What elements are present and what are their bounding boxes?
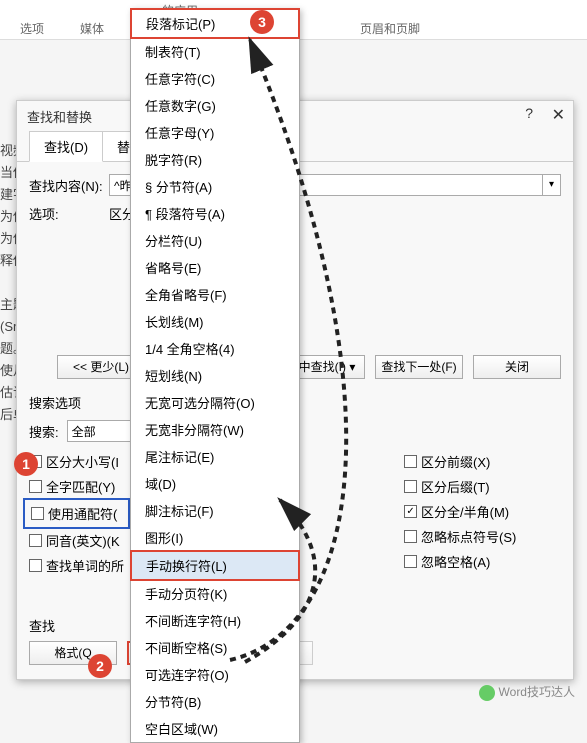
menu-item-21[interactable]: 手动分页符(K) xyxy=(131,580,299,607)
menu-item-6[interactable]: § 分节符(A) xyxy=(131,173,299,200)
dialog-title: 查找和替换 xyxy=(27,110,92,125)
left-options-column: 区分大小写(I 全字匹配(Y) 使用通配符( 同音(英文)(K 查找单词的所 xyxy=(29,452,124,575)
dialog-tabs: 查找(D) 替换(P xyxy=(29,131,573,162)
menu-item-16[interactable]: 尾注标记(E) xyxy=(131,443,299,470)
menu-item-3[interactable]: 任意数字(G) xyxy=(131,92,299,119)
menu-item-11[interactable]: 长划线(M) xyxy=(131,308,299,335)
menu-item-9[interactable]: 省略号(E) xyxy=(131,254,299,281)
menu-item-7[interactable]: ¶ 段落符号(A) xyxy=(131,200,299,227)
menu-item-10[interactable]: 全角省略号(F) xyxy=(131,281,299,308)
menu-item-24[interactable]: 可选连字符(O) xyxy=(131,661,299,688)
annotation-badge-2: 2 xyxy=(88,654,112,678)
options-label: 选项: xyxy=(29,204,109,223)
match-case-checkbox[interactable]: 区分大小写(I xyxy=(29,452,124,471)
watermark: Word技巧达人 xyxy=(479,683,575,701)
menu-item-14[interactable]: 无宽可选分隔符(O) xyxy=(131,389,299,416)
whole-word-checkbox[interactable]: 全字匹配(Y) xyxy=(29,477,124,496)
menu-item-20[interactable]: 手动换行符(L) xyxy=(130,550,300,581)
close-button[interactable]: ✕ xyxy=(552,105,565,125)
menu-item-15[interactable]: 无宽非分隔符(W) xyxy=(131,416,299,443)
menu-item-23[interactable]: 不间断空格(S) xyxy=(131,634,299,661)
menu-item-1[interactable]: 制表符(T) xyxy=(131,38,299,65)
ignore-punct-checkbox[interactable]: 忽略标点符号(S) xyxy=(404,527,516,546)
annotation-badge-1: 1 xyxy=(14,452,38,476)
menu-item-8[interactable]: 分栏符(U) xyxy=(131,227,299,254)
right-options-column: 区分前缀(X) 区分后缀(T) 区分全/半角(M) 忽略标点符号(S) 忽略空格… xyxy=(404,452,516,575)
menu-item-4[interactable]: 任意字母(Y) xyxy=(131,119,299,146)
find-next-button[interactable]: 查找下一处(F) xyxy=(375,355,463,379)
word-forms-checkbox[interactable]: 查找单词的所 xyxy=(29,556,124,575)
use-wildcards-checkbox[interactable]: 使用通配符( xyxy=(31,504,122,523)
match-prefix-checkbox[interactable]: 区分前缀(X) xyxy=(404,452,516,471)
match-suffix-checkbox[interactable]: 区分后缀(T) xyxy=(404,477,516,496)
menu-item-19[interactable]: 图形(I) xyxy=(131,524,299,551)
find-content-dropdown-arrow[interactable]: ▾ xyxy=(542,175,560,195)
sounds-like-checkbox[interactable]: 同音(英文)(K xyxy=(29,531,124,550)
tab-find[interactable]: 查找(D) xyxy=(29,131,103,162)
find-content-label: 查找内容(N): xyxy=(29,176,109,195)
menu-item-22[interactable]: 不间断连字符(H) xyxy=(131,607,299,634)
menu-item-2[interactable]: 任意字符(C) xyxy=(131,65,299,92)
menu-item-26[interactable]: 空白区域(W) xyxy=(131,715,299,742)
annotation-badge-3: 3 xyxy=(250,10,274,34)
menu-item-18[interactable]: 脚注标记(F) xyxy=(131,497,299,524)
menu-item-5[interactable]: 脱字符(R) xyxy=(131,146,299,173)
ignore-space-checkbox[interactable]: 忽略空格(A) xyxy=(404,552,516,571)
match-width-checkbox[interactable]: 区分全/半角(M) xyxy=(404,502,516,521)
menu-item-12[interactable]: 1/4 全角空格(4) xyxy=(131,335,299,362)
special-characters-menu: 段落标记(P)制表符(T)任意字符(C)任意数字(G)任意字母(Y)脱字符(R)… xyxy=(130,8,300,743)
ribbon-group-headerfooter: 页眉和页脚 xyxy=(360,20,420,37)
ribbon-group-media: 媒体 xyxy=(80,20,104,37)
menu-item-17[interactable]: 域(D) xyxy=(131,470,299,497)
menu-item-13[interactable]: 短划线(N) xyxy=(131,362,299,389)
watermark-icon xyxy=(479,685,495,701)
help-button[interactable]: ? xyxy=(525,105,533,121)
search-direction-label: 搜索: xyxy=(29,422,59,441)
close-dialog-button[interactable]: 关闭 xyxy=(473,355,561,379)
ribbon-group-options: 选项 xyxy=(20,20,44,37)
menu-item-0[interactable]: 段落标记(P) xyxy=(130,8,300,39)
menu-item-25[interactable]: 分节符(B) xyxy=(131,688,299,715)
